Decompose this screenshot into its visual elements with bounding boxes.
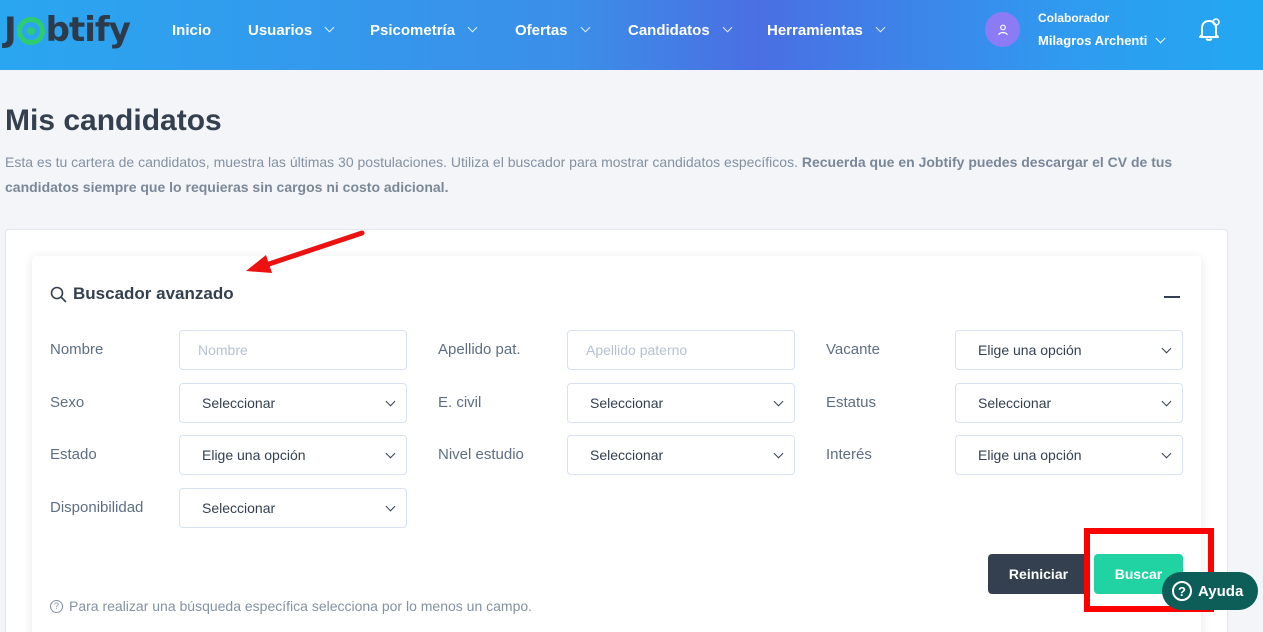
page-description: Esta es tu cartera de candidatos, muestr… — [5, 150, 1235, 200]
logo-text-start: J — [4, 10, 17, 50]
chevron-down-icon — [324, 22, 335, 33]
chevron-down-icon — [722, 22, 733, 33]
logo-text-end: btify — [45, 10, 131, 50]
select-value: Seleccionar — [202, 500, 276, 516]
chevron-down-icon — [1161, 448, 1172, 459]
nav-candidatos[interactable]: Candidatos — [628, 20, 733, 40]
nombre-input[interactable]: Nombre — [179, 330, 407, 370]
nombre-label: Nombre — [50, 341, 104, 358]
user-role: Colaborador — [1038, 11, 1110, 25]
vacante-select[interactable]: Elige una opción — [955, 330, 1183, 370]
annotation-arrow-icon — [246, 230, 365, 273]
search-icon — [50, 286, 67, 302]
estatus-select[interactable]: Seleccionar — [955, 383, 1183, 423]
ecivil-label: E. civil — [438, 394, 482, 411]
description-text: Esta es tu cartera de candidatos, muestr… — [5, 154, 802, 170]
vacante-label: Vacante — [826, 341, 880, 358]
select-value: Seleccionar — [590, 395, 664, 411]
search-hint: ? Para realizar una búsqueda específica … — [50, 598, 532, 614]
apellido-label: Apellido pat. — [438, 341, 521, 358]
top-navbar: Jbtify Inicio Usuarios Psicometría Ofert… — [0, 0, 1263, 70]
estatus-label: Estatus — [826, 394, 877, 411]
nav-psicometria[interactable]: Psicometría — [370, 20, 478, 40]
advanced-search-header: Buscador avanzado — [50, 284, 234, 304]
select-value: Seleccionar — [590, 447, 664, 463]
chevron-down-icon — [1161, 396, 1172, 407]
sexo-label: Sexo — [50, 394, 85, 411]
chevron-down-icon — [1155, 33, 1166, 43]
bell-icon[interactable] — [1196, 16, 1222, 42]
estado-select[interactable]: Elige una opción — [179, 435, 407, 475]
nav-label: Psicometría — [370, 21, 456, 39]
advanced-search-title: Buscador avanzado — [73, 284, 234, 303]
logo-mark-icon — [16, 17, 45, 45]
chevron-down-icon — [580, 22, 590, 33]
nivel-estudio-label: Nivel estudio — [438, 446, 524, 463]
user-menu[interactable]: Milagros Archenti — [1038, 33, 1166, 48]
help-button[interactable]: ? Ayuda — [1162, 572, 1258, 610]
chevron-down-icon — [385, 448, 396, 459]
disponibilidad-label: Disponibilidad — [50, 499, 144, 516]
chevron-down-icon — [385, 396, 396, 407]
select-value: Seleccionar — [978, 395, 1052, 411]
interes-label: Interés — [826, 446, 872, 463]
chevron-down-icon — [773, 448, 784, 459]
reset-button[interactable]: Reiniciar — [988, 554, 1089, 594]
disponibilidad-select[interactable]: Seleccionar — [179, 488, 407, 528]
help-circle-icon: ? — [50, 599, 63, 613]
question-icon: ? — [1172, 581, 1192, 601]
nav-ofertas[interactable]: Ofertas — [515, 20, 590, 40]
chevron-down-icon — [773, 396, 784, 407]
chevron-down-icon — [875, 22, 886, 33]
select-value: Elige una opción — [978, 447, 1082, 463]
sexo-select[interactable]: Seleccionar — [179, 383, 407, 423]
user-avatar[interactable] — [985, 12, 1020, 47]
nav-label: Herramientas — [767, 21, 863, 39]
apellido-input[interactable]: Apellido paterno — [567, 330, 795, 370]
nav-label: Inicio — [172, 21, 212, 39]
interes-select[interactable]: Elige una opción — [955, 435, 1183, 475]
chevron-down-icon — [1161, 343, 1172, 354]
nav-inicio[interactable]: Inicio — [172, 20, 211, 40]
nav-herramientas[interactable]: Herramientas — [767, 20, 886, 40]
nivel-estudio-select[interactable]: Seleccionar — [567, 435, 795, 475]
nav-usuarios[interactable]: Usuarios — [248, 20, 335, 40]
chevron-down-icon — [385, 501, 396, 512]
nav-label: Candidatos — [628, 21, 710, 39]
page-title: Mis candidatos — [5, 104, 222, 137]
select-value: Seleccionar — [202, 395, 276, 411]
help-label: Ayuda — [1198, 582, 1244, 600]
estado-label: Estado — [50, 446, 97, 463]
chevron-down-icon — [467, 22, 478, 33]
search-hint-text: Para realizar una búsqueda específica se… — [69, 598, 533, 614]
jobtify-logo[interactable]: Jbtify — [4, 10, 131, 50]
select-value: Elige una opción — [202, 447, 306, 463]
collapse-icon[interactable] — [1164, 296, 1180, 298]
ecivil-select[interactable]: Seleccionar — [567, 383, 795, 423]
user-icon — [997, 24, 1008, 35]
nav-label: Usuarios — [248, 21, 313, 39]
nav-label: Ofertas — [515, 21, 568, 39]
select-value: Elige una opción — [978, 342, 1082, 358]
user-name: Milagros Archenti — [1038, 33, 1148, 48]
